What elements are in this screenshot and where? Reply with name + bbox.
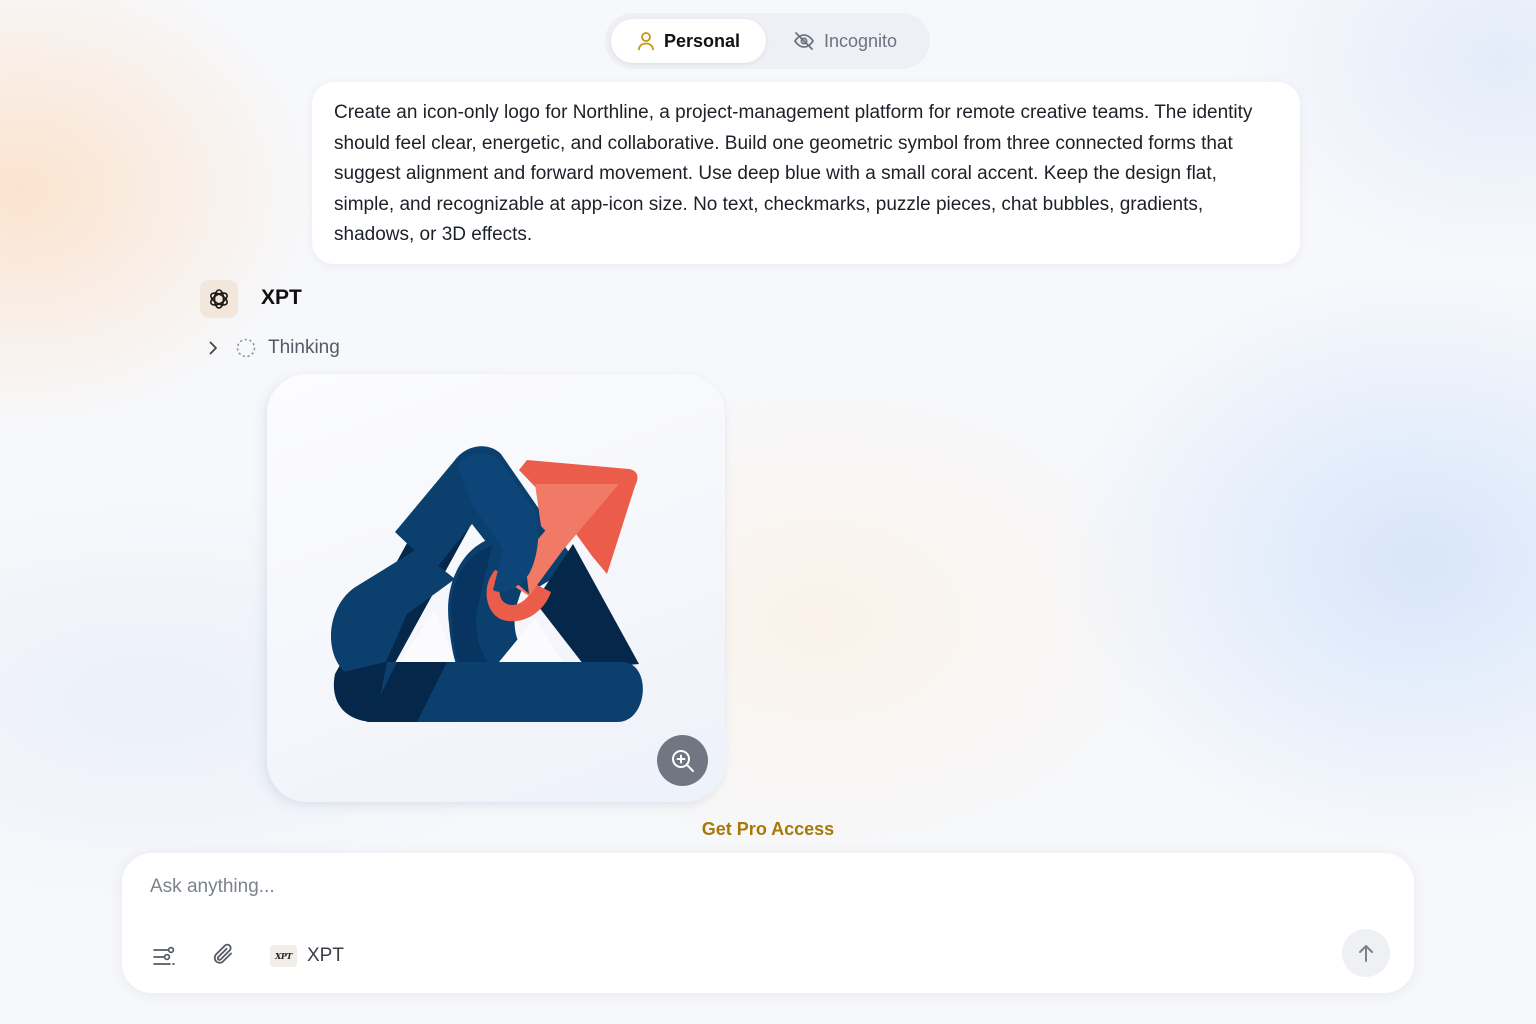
assistant-name: XPT: [261, 286, 302, 309]
openai-knot-icon: [210, 289, 228, 309]
tab-personal-label: Personal: [663, 30, 741, 51]
zoom-button[interactable]: [657, 735, 708, 786]
model-badge: XPT: [270, 945, 297, 967]
mode-toggle: Personal Incognito: [605, 13, 930, 69]
thinking-toggle[interactable]: Thinking: [204, 335, 340, 361]
model-label: XPT: [307, 945, 344, 966]
user-prompt-bubble: Create an icon-only logo for Northline, …: [312, 82, 1300, 264]
assistant-avatar: [200, 280, 238, 318]
generated-image-card[interactable]: [267, 374, 725, 802]
tab-incognito[interactable]: Incognito: [766, 19, 924, 63]
spinner-icon: [236, 338, 256, 358]
zoom-in-icon: [671, 749, 694, 772]
user-icon: [638, 32, 654, 51]
northline-logo-image: [330, 446, 643, 722]
chevron-right-icon: [209, 341, 217, 355]
arrow-up-icon: [1359, 945, 1373, 962]
tools-button[interactable]: [150, 943, 178, 971]
user-prompt-text: Create an icon-only logo for Northline, …: [334, 102, 1253, 246]
tab-personal[interactable]: Personal: [611, 19, 766, 63]
eye-off-icon: [794, 32, 814, 50]
tab-incognito-label: Incognito: [823, 30, 898, 51]
sliders-icon: [153, 946, 175, 965]
send-button[interactable]: [1342, 929, 1390, 977]
paperclip-icon: [213, 943, 232, 964]
message-input[interactable]: [150, 871, 1330, 903]
composer: XPT XPT: [122, 853, 1414, 993]
thinking-label: Thinking: [268, 337, 340, 358]
get-pro-access-link[interactable]: Get Pro Access: [0, 819, 1536, 840]
attach-button[interactable]: [210, 941, 238, 969]
model-selector[interactable]: XPT XPT: [270, 941, 344, 971]
